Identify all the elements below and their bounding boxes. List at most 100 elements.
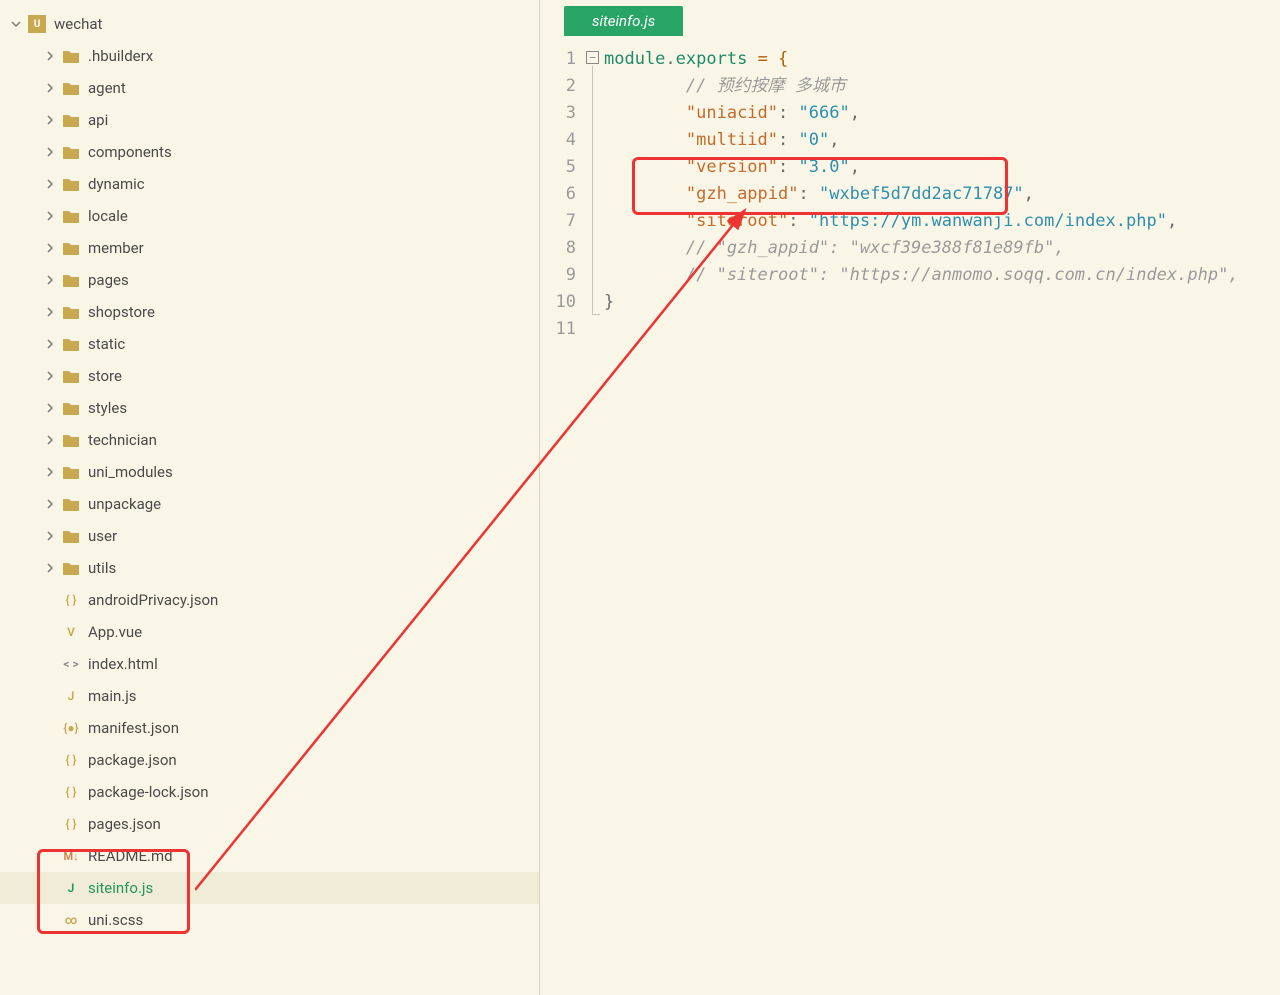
folder-label: .hbuilderx: [88, 47, 153, 65]
folder-uni_modules[interactable]: uni_modules: [0, 456, 539, 488]
code-line: "uniacid": "666",: [604, 100, 1280, 127]
folder-label: static: [88, 335, 125, 353]
folder-label: user: [88, 527, 117, 545]
folder-styles[interactable]: styles: [0, 392, 539, 424]
folder-icon: [62, 497, 80, 511]
folder-icon: [62, 305, 80, 319]
chevron-right-icon: [42, 528, 58, 544]
line-number: 8: [540, 235, 576, 262]
code-line: // "siteroot": "https://anmomo.soqq.com.…: [604, 262, 1280, 289]
folder-label: store: [88, 367, 122, 385]
file-type-icon: { }: [62, 752, 80, 768]
folder-api[interactable]: api: [0, 104, 539, 136]
file-package-lock-json[interactable]: { } package-lock.json: [0, 776, 539, 808]
folder-label: agent: [88, 79, 126, 97]
file-label: pages.json: [88, 815, 161, 833]
file-uni-scss[interactable]: ∞ uni.scss: [0, 904, 539, 936]
code-content[interactable]: module.exports = { // 预约按摩 多城市 "uniacid"…: [604, 46, 1280, 995]
file-type-icon: J: [62, 688, 80, 704]
file-manifest-json[interactable]: {●} manifest.json: [0, 712, 539, 744]
folder-label: member: [88, 239, 144, 257]
file-label: manifest.json: [88, 719, 179, 737]
folder-icon: [62, 145, 80, 159]
file-type-icon: J: [62, 880, 80, 896]
folder-user[interactable]: user: [0, 520, 539, 552]
file-README-md[interactable]: M↓README.md: [0, 840, 539, 872]
file-type-icon: { }: [62, 784, 80, 800]
line-number: 4: [540, 127, 576, 154]
file-type-icon: ∞: [62, 912, 80, 928]
fold-guide: [592, 66, 593, 314]
line-numbers: 1234567891011: [540, 46, 584, 995]
line-number: 1: [540, 46, 576, 73]
folder-technician[interactable]: technician: [0, 424, 539, 456]
file-package-json[interactable]: { }package.json: [0, 744, 539, 776]
code-line: "siteroot": "https://ym.wanwanji.com/ind…: [604, 208, 1280, 235]
file-type-icon: M↓: [62, 848, 80, 864]
tab-siteinfo[interactable]: siteinfo.js: [564, 6, 683, 36]
folder-utils[interactable]: utils: [0, 552, 539, 584]
folder-components[interactable]: components: [0, 136, 539, 168]
folder-icon: [62, 177, 80, 191]
folder-icon: [62, 241, 80, 255]
file-index-html[interactable]: < >index.html: [0, 648, 539, 680]
chevron-down-icon: [8, 16, 24, 32]
folder-label: unpackage: [88, 495, 161, 513]
folder-icon: [62, 113, 80, 127]
folder-static[interactable]: static: [0, 328, 539, 360]
code-line: "version": "3.0",: [604, 154, 1280, 181]
file-label: siteinfo.js: [88, 879, 153, 897]
folder-shopstore[interactable]: shopstore: [0, 296, 539, 328]
folder-member[interactable]: member: [0, 232, 539, 264]
folder-unpackage[interactable]: unpackage: [0, 488, 539, 520]
chevron-right-icon: [42, 560, 58, 576]
chevron-right-icon: [42, 368, 58, 384]
chevron-right-icon: [42, 144, 58, 160]
file-androidPrivacy-json[interactable]: { } androidPrivacy.json: [0, 584, 539, 616]
code-line: }: [604, 289, 1280, 316]
folder-icon: [62, 209, 80, 223]
project-root[interactable]: U wechat: [0, 8, 539, 40]
file-pages-json[interactable]: { } pages.json: [0, 808, 539, 840]
fold-toggle-icon[interactable]: −: [586, 51, 599, 64]
folder-store[interactable]: store: [0, 360, 539, 392]
folder-label: api: [88, 111, 108, 129]
folder-pages[interactable]: pages: [0, 264, 539, 296]
editor-tabs: siteinfo.js: [540, 0, 1280, 36]
chevron-right-icon: [42, 464, 58, 480]
folder-label: components: [88, 143, 172, 161]
folder-label: dynamic: [88, 175, 145, 193]
file-label: App.vue: [88, 623, 142, 641]
line-number: 10: [540, 289, 576, 316]
file-label: package-lock.json: [88, 783, 209, 801]
file-label: uni.scss: [88, 911, 143, 929]
folder-icon: [62, 561, 80, 575]
folder-locale[interactable]: locale: [0, 200, 539, 232]
chevron-right-icon: [42, 80, 58, 96]
folder-agent[interactable]: agent: [0, 72, 539, 104]
file-type-icon: { }: [62, 592, 80, 608]
file-main-js[interactable]: Jmain.js: [0, 680, 539, 712]
folder-icon: [62, 433, 80, 447]
folder-dynamic[interactable]: dynamic: [0, 168, 539, 200]
file-label: main.js: [88, 687, 137, 705]
code-area[interactable]: 1234567891011 − module.exports = { // 预约…: [540, 36, 1280, 995]
line-number: 2: [540, 73, 576, 100]
folder-label: pages: [88, 271, 129, 289]
file-label: androidPrivacy.json: [88, 591, 218, 609]
file-label: index.html: [88, 655, 158, 673]
file-type-icon: V: [62, 624, 80, 640]
line-number: 3: [540, 100, 576, 127]
folder-.hbuilderx[interactable]: .hbuilderx: [0, 40, 539, 72]
line-number: 6: [540, 181, 576, 208]
file-type-icon: {●}: [62, 720, 80, 736]
chevron-right-icon: [42, 112, 58, 128]
folder-icon: [62, 81, 80, 95]
code-line: // "gzh_appid": "wxcf39e388f81e89fb",: [604, 235, 1280, 262]
fold-column: −: [584, 46, 604, 995]
file-explorer[interactable]: U wechat .hbuilderx agent api components dyn…: [0, 0, 540, 995]
file-type-icon: { }: [62, 816, 80, 832]
file-App-vue[interactable]: V App.vue: [0, 616, 539, 648]
file-siteinfo-js[interactable]: Jsiteinfo.js: [0, 872, 539, 904]
editor: siteinfo.js 1234567891011 − module.expor…: [540, 0, 1280, 995]
